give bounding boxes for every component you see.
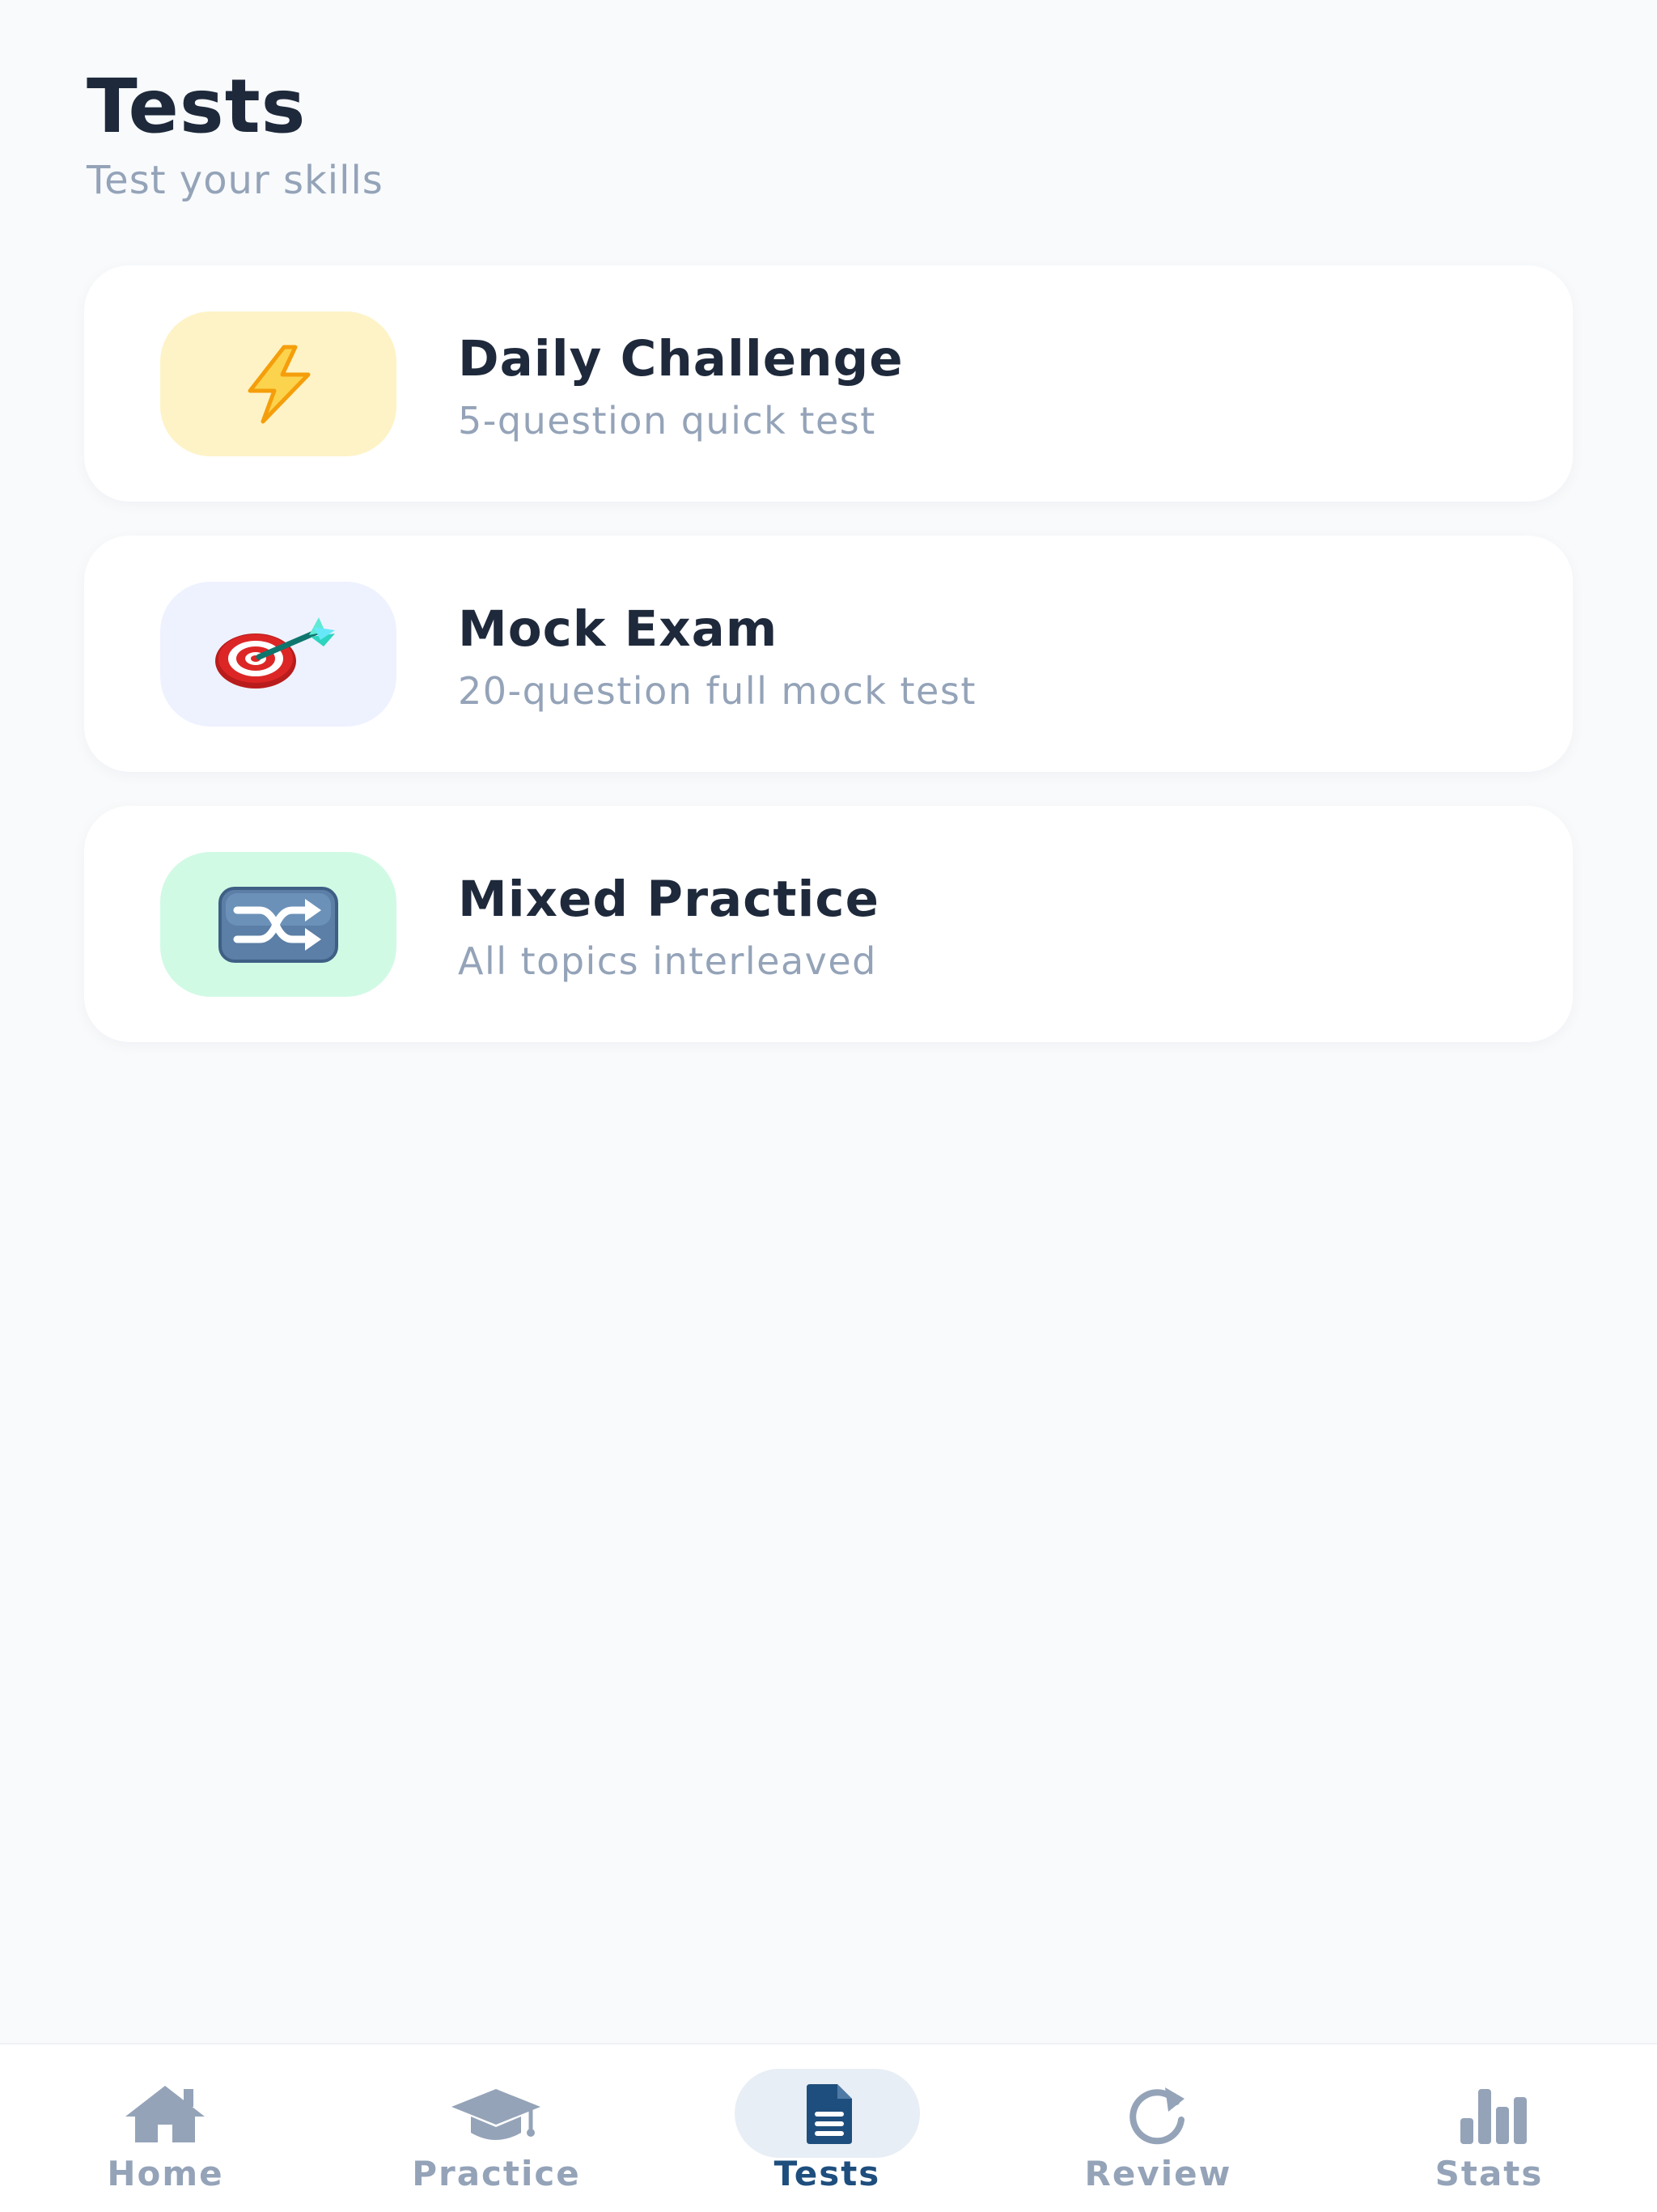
daily-challenge-text: Daily Challenge 5-question quick test <box>458 330 904 443</box>
shuffle-icon <box>218 886 338 963</box>
daily-challenge-icon-tile <box>160 311 396 456</box>
page-title: Tests <box>87 63 307 150</box>
bottom-nav: Home Practice Tests Review Stats <box>0 2043 1657 2212</box>
refresh-icon <box>1129 2087 1184 2145</box>
nav-item-review[interactable]: Review <box>993 2045 1324 2212</box>
nav-item-practice[interactable]: Practice <box>331 2045 662 2212</box>
nav-label: Review <box>1084 2154 1232 2193</box>
nav-label: Stats <box>1435 2154 1544 2193</box>
card-title: Mock Exam <box>458 600 778 658</box>
lightning-bolt-icon <box>248 345 311 423</box>
daily-challenge-card[interactable]: Daily Challenge 5-question quick test <box>84 265 1573 502</box>
nav-item-home[interactable]: Home <box>0 2045 331 2212</box>
nav-item-tests[interactable]: Tests <box>662 2045 993 2212</box>
nav-item-stats[interactable]: Stats <box>1324 2045 1655 2212</box>
card-title: Daily Challenge <box>458 330 904 388</box>
bar-chart-icon <box>1460 2089 1527 2144</box>
mixed-practice-icon-tile <box>160 852 396 997</box>
card-subtitle: 5-question quick test <box>458 399 876 443</box>
nav-label: Practice <box>412 2154 581 2193</box>
mixed-practice-card[interactable]: Mixed Practice All topics interleaved <box>84 806 1573 1042</box>
home-icon <box>125 2086 205 2142</box>
document-icon <box>807 2084 852 2144</box>
mock-exam-card[interactable]: Mock Exam 20-question full mock test <box>84 536 1573 772</box>
mock-exam-text: Mock Exam 20-question full mock test <box>458 600 977 713</box>
nav-label: Tests <box>773 2154 881 2193</box>
card-title: Mixed Practice <box>458 871 879 928</box>
test-list: Daily Challenge 5-question quick test Mo… <box>84 265 1573 1076</box>
card-subtitle: All topics interleaved <box>458 939 877 983</box>
mock-exam-icon-tile <box>160 582 396 727</box>
card-subtitle: 20-question full mock test <box>458 669 977 713</box>
graduation-cap-icon <box>451 2089 540 2140</box>
page-subtitle: Test your skills <box>87 158 384 203</box>
nav-label: Home <box>107 2154 224 2193</box>
mixed-practice-text: Mixed Practice All topics interleaved <box>458 871 879 983</box>
target-dart-icon <box>215 617 335 689</box>
